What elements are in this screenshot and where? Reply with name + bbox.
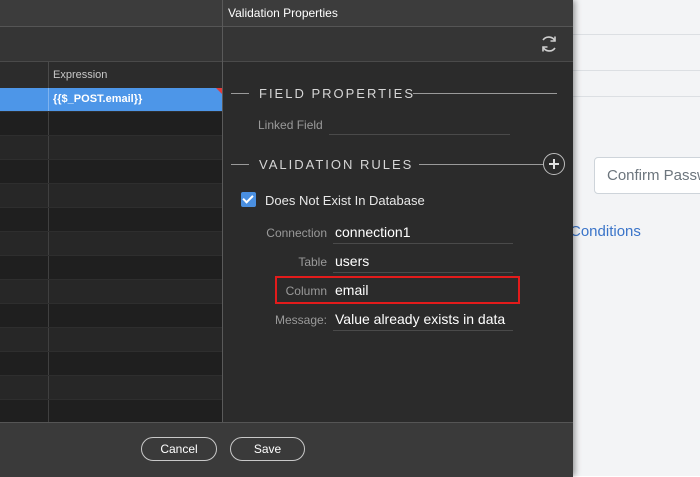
confirm-password-input[interactable]: Confirm Passw — [594, 157, 700, 194]
right-panel-titlebar: Validation Properties — [223, 0, 573, 27]
field-underline — [333, 330, 513, 331]
table-row[interactable] — [0, 112, 222, 136]
linked-field-label: Linked Field — [258, 118, 323, 132]
table-row[interactable] — [0, 328, 222, 352]
column-separator — [48, 184, 49, 207]
field-properties-title: FIELD PROPERTIES — [259, 86, 416, 101]
table-row[interactable] — [0, 352, 222, 376]
message-label: Message: — [274, 313, 327, 327]
table-row-selected[interactable]: {{$_POST.email}} — [0, 88, 222, 112]
table-row[interactable] — [0, 304, 222, 328]
left-panel-titlebar — [0, 0, 222, 27]
message-field[interactable]: Value already exists in data — [335, 311, 512, 327]
table-row[interactable] — [0, 376, 222, 400]
validation-dialog: Expression {{$_POST.email}} Validation P… — [0, 0, 573, 477]
field-underline — [333, 243, 513, 244]
validation-rules-title: VALIDATION RULES — [259, 157, 414, 172]
table-row[interactable] — [0, 208, 222, 232]
background-divider — [573, 34, 700, 35]
table-row[interactable] — [0, 184, 222, 208]
column-separator — [48, 232, 49, 255]
dialog-footer: Cancel Save — [0, 422, 573, 477]
section-divider — [231, 164, 249, 165]
column-separator — [48, 136, 49, 159]
cancel-button[interactable]: Cancel — [141, 437, 217, 461]
table-row[interactable] — [0, 400, 222, 422]
field-properties-header: FIELD PROPERTIES — [223, 84, 557, 102]
column-separator — [48, 400, 49, 422]
add-rule-plus-icon[interactable] — [543, 153, 565, 175]
background-divider — [573, 96, 700, 97]
section-divider — [231, 93, 249, 94]
background-divider — [573, 70, 700, 71]
table-row[interactable] — [0, 160, 222, 184]
left-panel-toolbar — [0, 27, 222, 62]
column-separator — [48, 304, 49, 327]
rule-name-label: Does Not Exist In Database — [265, 193, 425, 208]
expression-cell[interactable]: {{$_POST.email}} — [53, 93, 142, 105]
column-highlight-box — [275, 276, 520, 304]
table-row[interactable] — [0, 256, 222, 280]
column-separator — [48, 280, 49, 303]
table-row[interactable] — [0, 232, 222, 256]
column-separator — [48, 160, 49, 183]
connection-label: Connection — [266, 226, 327, 240]
field-underline — [333, 272, 513, 273]
table-row[interactable] — [0, 136, 222, 160]
refresh-icon[interactable] — [538, 33, 560, 55]
save-button[interactable]: Save — [230, 437, 305, 461]
column-separator — [48, 256, 49, 279]
inputs-grid: Expression {{$_POST.email}} — [0, 62, 222, 422]
dialog-title: Validation Properties — [228, 6, 338, 20]
column-separator — [48, 62, 49, 88]
section-divider — [419, 164, 543, 165]
table-field[interactable]: users — [335, 253, 512, 269]
column-separator — [48, 208, 49, 231]
linked-field-input[interactable] — [329, 134, 510, 135]
validation-rules-header: VALIDATION RULES — [223, 155, 557, 173]
column-separator — [48, 328, 49, 351]
properties-panel: FIELD PROPERTIES Linked Field VALIDATION… — [223, 62, 573, 422]
connection-field[interactable]: connection1 — [335, 224, 512, 240]
right-panel-toolbar — [223, 27, 573, 62]
conditions-link[interactable]: Conditions — [570, 223, 641, 240]
expression-column-header: Expression — [53, 69, 108, 81]
column-separator — [48, 88, 49, 111]
table-label: Table — [298, 255, 327, 269]
grid-header: Expression — [0, 62, 222, 89]
section-divider — [413, 93, 557, 94]
rule-enabled-checkbox[interactable] — [241, 192, 256, 207]
column-separator — [48, 352, 49, 375]
column-separator — [48, 112, 49, 135]
column-separator — [48, 376, 49, 399]
table-row[interactable] — [0, 280, 222, 304]
